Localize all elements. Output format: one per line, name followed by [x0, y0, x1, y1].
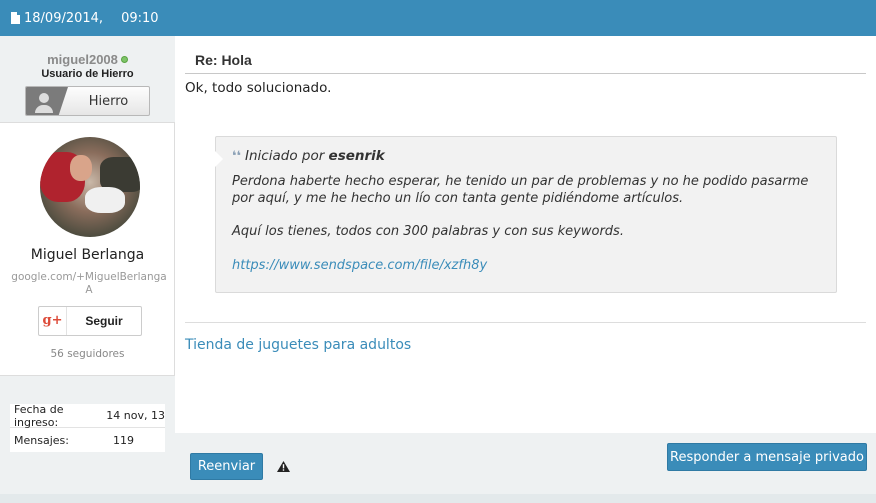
user-info-table: Fecha de ingreso: 14 nov, 13 Mensajes: 1… [10, 402, 165, 452]
quote-link[interactable]: https://www.sendspace.com/file/xzfh8y [232, 258, 487, 273]
profile-photo[interactable] [40, 137, 140, 237]
warning-icon[interactable] [277, 461, 290, 472]
follow-label: Seguir [85, 314, 123, 328]
info-label: Mensajes: [14, 433, 69, 447]
quote-block: ❛❛ Iniciado por esenrik Perdona haberte h… [215, 136, 837, 293]
online-status-icon [120, 56, 128, 63]
username-row: miguel2008 [0, 52, 175, 67]
footer-strip [0, 494, 876, 503]
post-date: 18/09/2014, [24, 10, 104, 26]
signature-divider [185, 322, 866, 323]
quote-paragraph: Perdona haberte hecho esperar, he tenido… [232, 174, 809, 206]
quote-icon: ❛❛ [232, 149, 242, 164]
gplus-icon: g+ [39, 307, 67, 335]
quote-paragraph: Aquí los tienes, todos con 300 palabras … [232, 224, 624, 239]
gplus-profile-card: Miguel Berlanga google.com/+MiguelBerlan… [0, 122, 175, 376]
post-content: Re: Hola Ok, todo solucionado. ❛❛ Iniciad… [175, 36, 876, 433]
profile-url[interactable]: google.com/+MiguelBerlangaA [8, 271, 170, 297]
user-title: Usuario de Hierro [41, 68, 134, 80]
quote-author: esenrik [328, 148, 385, 164]
info-value: 119 [113, 433, 134, 447]
user-avatar-icon [26, 87, 68, 115]
user-sidebar: miguel2008 Usuario de Hierro Hierro Migu… [0, 36, 175, 503]
quote-header: ❛❛ Iniciado por esenrik [232, 148, 385, 164]
info-row: Mensajes: 119 [10, 428, 165, 452]
post-title: Re: Hola [195, 52, 252, 68]
followers-count: 56 seguidores [50, 348, 125, 360]
post-body: Ok, todo solucionado. [185, 80, 332, 96]
post-header-bar: 18/09/2014, 09:10 [0, 0, 876, 36]
title-divider [185, 73, 866, 74]
info-row: Fecha de ingreso: 14 nov, 13 [10, 402, 165, 429]
follow-button[interactable]: g+ Seguir [38, 306, 142, 336]
signature-link[interactable]: Tienda de juguetes para adultos [185, 337, 411, 353]
post-time: 09:10 [121, 10, 159, 26]
quote-prefix: Iniciado por [245, 148, 325, 164]
forward-button[interactable]: Reenviar [190, 453, 263, 480]
profile-name[interactable]: Miguel Berlanga [0, 247, 175, 263]
info-value: 14 nov, 13 [106, 409, 165, 422]
document-icon [11, 12, 20, 24]
info-label: Fecha de ingreso: [14, 402, 64, 429]
username-link[interactable]: miguel2008 [47, 52, 118, 67]
reply-private-button[interactable]: Responder a mensaje privado [667, 443, 867, 471]
rank-badge: Hierro [25, 86, 150, 116]
rank-label: Hierro [88, 93, 129, 109]
